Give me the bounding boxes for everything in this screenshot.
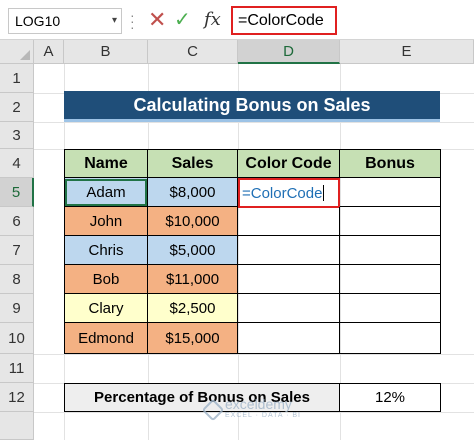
text-cursor bbox=[323, 185, 325, 201]
exceldemy-logo-icon bbox=[201, 398, 225, 422]
cell-sales[interactable]: $2,500 bbox=[148, 294, 238, 323]
cell-sales[interactable]: $11,000 bbox=[148, 265, 238, 294]
row-header-4[interactable]: 4 bbox=[0, 149, 34, 178]
cell-name[interactable]: Adam bbox=[64, 178, 148, 207]
cell-color-code-active[interactable]: =ColorCode bbox=[238, 178, 340, 208]
cell-sales[interactable]: $5,000 bbox=[148, 236, 238, 265]
row-header-11[interactable]: 11 bbox=[0, 354, 34, 383]
insert-function-icon[interactable]: fx bbox=[204, 7, 221, 33]
cell-name[interactable]: Bob bbox=[64, 265, 148, 294]
name-box-value: LOG10 bbox=[15, 13, 61, 29]
row-header-12[interactable]: 12 bbox=[0, 383, 34, 412]
cell-color-code[interactable] bbox=[238, 265, 340, 294]
cell-sales[interactable]: $15,000 bbox=[148, 323, 238, 354]
cell-name[interactable]: Edmond bbox=[64, 323, 148, 354]
watermark-brand: exceldemy bbox=[225, 396, 292, 412]
row-header-2[interactable]: 2 bbox=[0, 93, 34, 122]
header-sales[interactable]: Sales bbox=[148, 149, 238, 178]
more-options-icon[interactable]: · · · bbox=[130, 8, 136, 34]
cell-bonus[interactable] bbox=[340, 207, 441, 236]
row-header-6[interactable]: 6 bbox=[0, 207, 34, 236]
formula-bar: LOG10 ▾ · · · ✕ ✓ fx =ColorCode bbox=[0, 0, 474, 40]
chevron-down-icon[interactable]: ▾ bbox=[112, 9, 117, 33]
row-header-1[interactable]: 1 bbox=[0, 64, 34, 93]
row-header-9[interactable]: 9 bbox=[0, 294, 34, 323]
cell-color-code[interactable] bbox=[238, 236, 340, 265]
column-header-a[interactable]: A bbox=[34, 40, 64, 64]
row-header-13 bbox=[0, 412, 34, 440]
row-header-3[interactable]: 3 bbox=[0, 122, 34, 149]
cell-bonus[interactable] bbox=[340, 236, 441, 265]
cell-bonus[interactable] bbox=[340, 265, 441, 294]
cell-name[interactable]: Chris bbox=[64, 236, 148, 265]
sheet-title[interactable]: Calculating Bonus on Sales bbox=[64, 91, 440, 122]
percentage-value[interactable]: 12% bbox=[339, 383, 441, 412]
watermark: exceldemy EXCEL · DATA · BI bbox=[201, 396, 301, 422]
cell-color-code[interactable] bbox=[238, 207, 340, 236]
row-header-8[interactable]: 8 bbox=[0, 265, 34, 294]
cell-bonus[interactable] bbox=[340, 178, 441, 207]
name-box[interactable]: LOG10 ▾ bbox=[8, 8, 122, 34]
header-name[interactable]: Name bbox=[64, 149, 148, 178]
column-header-d[interactable]: D bbox=[238, 40, 340, 64]
header-bonus[interactable]: Bonus bbox=[340, 149, 441, 178]
row-header-7[interactable]: 7 bbox=[0, 236, 34, 265]
column-header-c[interactable]: C bbox=[148, 40, 238, 64]
cell-formula-text: =ColorCode bbox=[242, 184, 323, 202]
cancel-icon[interactable]: ✕ bbox=[148, 7, 166, 33]
cell-sales[interactable]: $8,000 bbox=[148, 178, 238, 207]
column-header-e[interactable]: E bbox=[340, 40, 474, 64]
row-header-5[interactable]: 5 bbox=[0, 178, 34, 207]
cell-color-code[interactable] bbox=[238, 294, 340, 323]
enter-icon[interactable]: ✓ bbox=[174, 7, 191, 33]
column-header-b[interactable]: B bbox=[64, 40, 148, 64]
row-header-10[interactable]: 10 bbox=[0, 323, 34, 354]
header-color-code[interactable]: Color Code bbox=[238, 149, 340, 178]
cell-color-code[interactable] bbox=[238, 323, 340, 354]
cell-bonus[interactable] bbox=[340, 294, 441, 323]
formula-input[interactable]: =ColorCode bbox=[231, 6, 337, 35]
select-all-button[interactable] bbox=[0, 40, 34, 64]
cell-name[interactable]: John bbox=[64, 207, 148, 236]
cell-sales[interactable]: $10,000 bbox=[148, 207, 238, 236]
watermark-tagline: EXCEL · DATA · BI bbox=[225, 412, 301, 419]
cell-name[interactable]: Clary bbox=[64, 294, 148, 323]
cell-bonus[interactable] bbox=[340, 323, 441, 354]
